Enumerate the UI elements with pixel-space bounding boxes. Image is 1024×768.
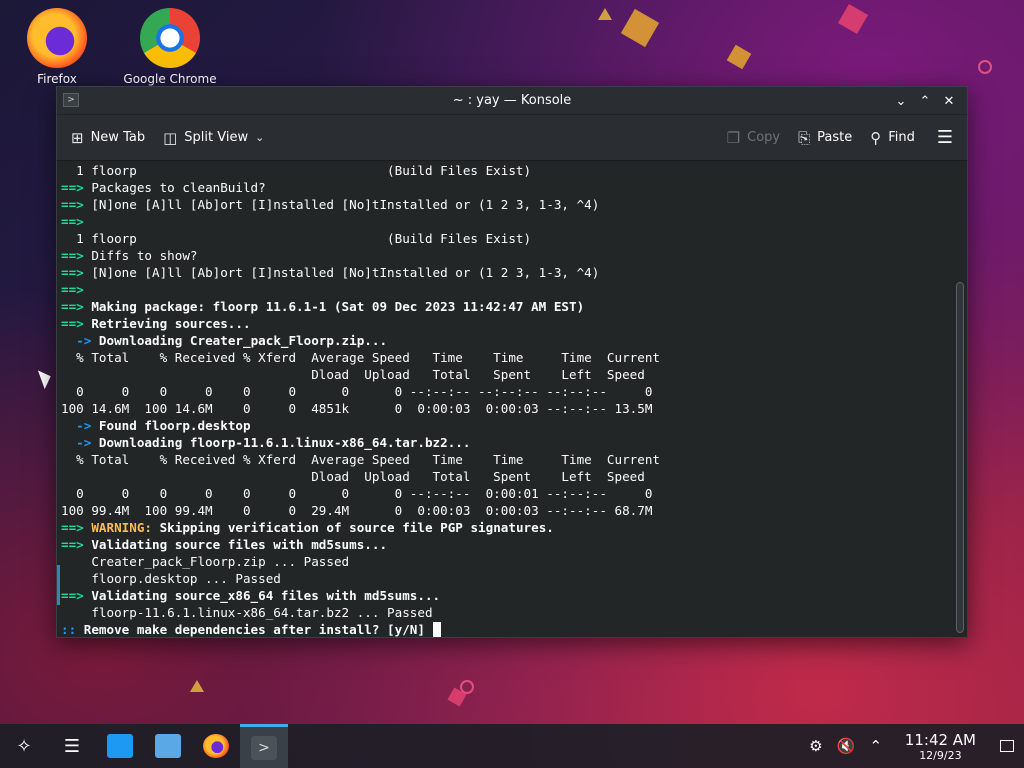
close-button[interactable]: ✕ [937,89,961,113]
desktop-icon-chrome[interactable]: Google Chrome [120,8,220,86]
copy-label: Copy [747,130,781,145]
copy-button[interactable]: ❐ Copy [727,129,780,147]
konsole-toolbar: ⊞ New Tab ◫ Split View ⌄ ❐ Copy ⎘ Paste … [57,115,967,161]
scrollbar-thumb[interactable] [956,282,964,633]
terminal-line: -> Downloading Creater_pack_Floorp.zip..… [76,333,388,348]
terminal-line: ==> [61,214,84,229]
wallpaper-triangle [190,680,204,692]
terminal-cursor [432,622,441,637]
desktop-icon-label: Firefox [37,72,77,86]
launcher-icon: ✧ [16,735,32,757]
close-icon: ✕ [943,93,955,109]
chevron-down-icon: ⌄ [255,131,265,144]
terminal-line: ==> Packages to cleanBuild? [61,180,266,195]
paste-label: Paste [817,130,853,145]
terminal-line: 1 floorp (Build Files Exist) [61,163,532,178]
chevron-up-icon[interactable]: ⌃ [861,737,891,755]
firefox-taskbar-button[interactable] [192,724,240,768]
terminal-line: ==> [61,282,84,297]
window-title: ~ : yay — Konsole [452,93,572,108]
settings-sliders-icon: ☰ [63,735,81,757]
terminal-line: ==> Diffs to show? [61,248,198,263]
show-desktop-button[interactable] [990,740,1024,752]
find-label: Find [888,130,915,145]
wallpaper-diamond [837,3,869,35]
terminal-line: 100 99.4M 100 99.4M 0 0 29.4M 0 0:00:03 … [61,503,653,518]
terminal-line: 0 0 0 0 0 0 0 0 --:--:-- --:--:-- --:--:… [61,384,653,399]
terminal-line: Dload Upload Total Spent Left Speed [61,469,645,484]
menu-button[interactable]: ☰ [937,127,953,148]
wallpaper-diamond [726,44,752,70]
terminal-line: ==> Making package: floorp 11.6.1-1 (Sat… [61,299,585,314]
terminal-line: :: Remove make dependencies after instal… [61,621,953,637]
chevron-down-icon: ⌄ [895,93,907,109]
find-button[interactable]: ⚲ Find [870,129,915,147]
app-launcher-button[interactable]: ✧ [0,724,48,768]
clock-time: 11:42 AM [904,730,976,749]
terminal-line: ==> Retrieving sources... [61,316,251,331]
terminal-line: -> Found floorp.desktop [76,418,251,433]
wallpaper-diamond [620,8,660,48]
terminal-line: ==> [N]one [A]ll [Ab]ort [I]nstalled [No… [61,197,600,212]
desktop-icon-label: Google Chrome [123,72,217,86]
terminal-line: Dload Upload Total Spent Left Speed [61,367,645,382]
terminal-line: floorp-11.6.1.linux-x86_64.tar.bz2 ... P… [61,605,433,620]
terminal-line: ==> [N]one [A]ll [Ab]ort [I]nstalled [No… [61,265,600,280]
konsole-window[interactable]: > ~ : yay — Konsole ⌄ ⌃ ✕ ⊞ New Tab ◫ Sp… [56,86,968,638]
firefox-icon [203,734,229,758]
terminal-output[interactable]: 1 floorp (Build Files Exist) ==> Packages… [57,162,953,637]
terminal-line: -> Downloading floorp-11.6.1.linux-x86_6… [76,435,471,450]
wallpaper-triangle [598,8,612,20]
clock[interactable]: 11:42 AM 12/9/23 [891,731,990,762]
wallpaper-ring [978,60,992,74]
terminal-line: 100 14.6M 100 14.6M 0 0 4851k 0 0:00:03 … [61,401,653,416]
konsole-icon: > [251,735,277,760]
chevron-up-icon: ⌃ [919,93,931,109]
terminal-line: ==> WARNING: Skipping verification of so… [61,520,554,535]
new-tab-button[interactable]: ⊞ New Tab [71,129,145,147]
window-titlebar[interactable]: > ~ : yay — Konsole ⌄ ⌃ ✕ [57,87,967,115]
mouse-pointer-icon [37,366,55,390]
discover-button[interactable] [96,724,144,768]
hamburger-menu-icon: ☰ [936,127,953,148]
file-manager-button[interactable] [144,724,192,768]
clock-date: 12/9/23 [919,748,962,762]
terminal-line: 1 floorp (Build Files Exist) [61,231,532,246]
copy-icon: ❐ [726,128,741,147]
taskbar: ✧ ☰ > ⚙ 🔇 ⌃ 11:42 AM 12/9/23 [0,724,1024,768]
konsole-app-icon[interactable]: > [63,93,79,107]
network-icon[interactable]: ⚙ [801,737,831,755]
paste-icon: ⎘ [798,128,811,147]
terminal-line: % Total % Received % Xferd Average Speed… [61,452,660,467]
terminal-line: Creater_pack_Floorp.zip ... Passed [61,554,350,569]
volume-muted-icon[interactable]: 🔇 [831,737,861,755]
show-desktop-icon [1000,740,1014,752]
terminal-scrollbar[interactable] [953,162,967,637]
terminal-line: ==> Validating source files with md5sums… [61,537,388,552]
system-settings-button[interactable]: ☰ [48,724,96,768]
konsole-taskbar-button[interactable]: > [240,724,288,768]
terminal-line: % Total % Received % Xferd Average Speed… [61,350,660,365]
paste-button[interactable]: ⎘ Paste [798,129,852,147]
search-icon: ⚲ [870,128,882,147]
desktop-icon-firefox[interactable]: Firefox [7,8,107,86]
terminal-line: floorp.desktop ... Passed [61,571,281,586]
new-tab-label: New Tab [90,130,146,145]
terminal-line: ==> Validating source_x86_64 files with … [61,588,441,603]
system-tray: ⚙ 🔇 ⌃ 11:42 AM 12/9/23 [801,724,1024,768]
split-view-button[interactable]: ◫ Split View ⌄ [163,129,264,147]
terminal-line: 0 0 0 0 0 0 0 0 --:--:-- 0:00:01 --:--:-… [61,486,653,501]
new-tab-icon: ⊞ [71,128,84,147]
split-view-label: Split View [184,130,249,145]
maximize-button[interactable]: ⌃ [913,89,937,113]
minimize-button[interactable]: ⌄ [889,89,913,113]
folder-icon [155,734,181,758]
chrome-icon [140,8,200,68]
split-view-icon: ◫ [163,128,178,147]
discover-store-icon [107,734,133,758]
firefox-icon [27,8,87,68]
scroll-marker [57,565,60,605]
